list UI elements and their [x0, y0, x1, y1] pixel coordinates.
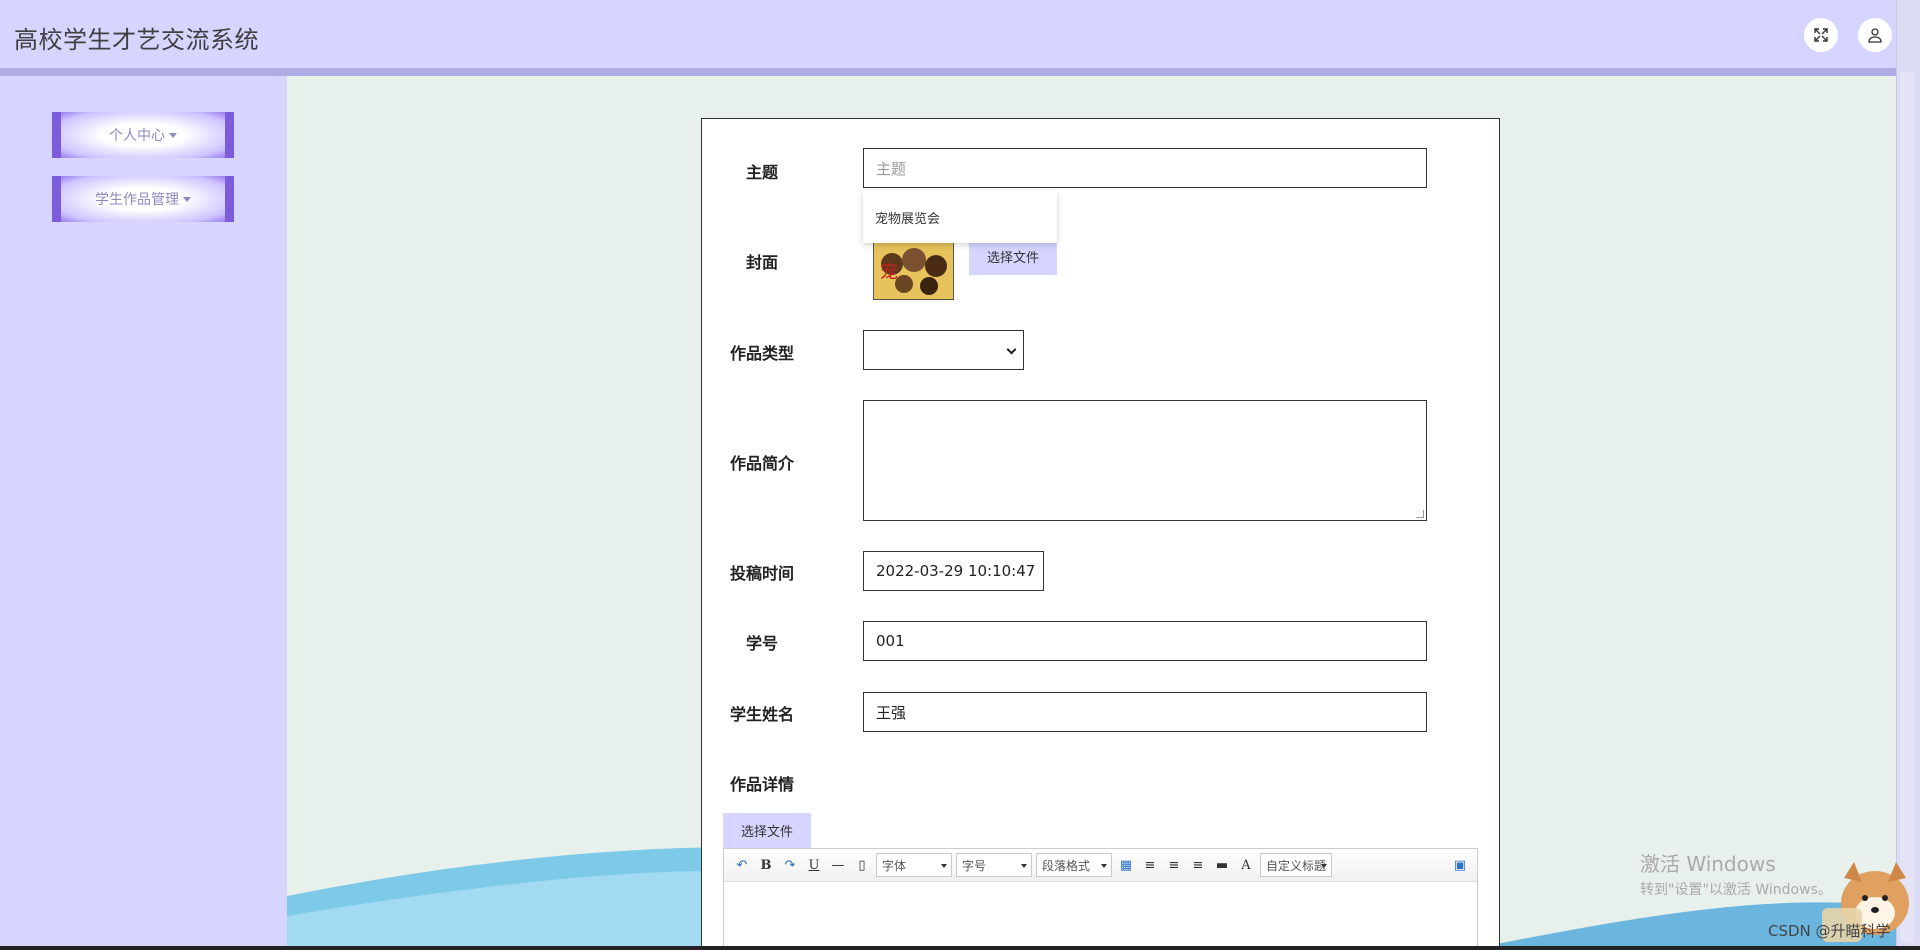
topic-label: 主题: [745, 163, 778, 182]
sidebar-item-personal-center[interactable]: 个人中心: [52, 112, 234, 158]
caret-down-icon: [183, 196, 191, 202]
intro-textarea[interactable]: [863, 400, 1427, 521]
resize-handle-icon[interactable]: [1416, 510, 1424, 518]
align-left-icon[interactable]: ≡: [1141, 856, 1159, 874]
bold-icon[interactable]: B: [757, 856, 775, 874]
redo-icon[interactable]: ↷: [781, 856, 799, 874]
submit-time-label: 投稿时间: [729, 564, 794, 583]
font-size-select[interactable]: 字号: [956, 853, 1032, 877]
header-divider: [0, 68, 1896, 76]
user-menu-button[interactable]: [1858, 18, 1892, 52]
intro-label: 作品简介: [729, 454, 794, 473]
caret-down-icon: [169, 132, 177, 138]
top-header: 高校学生才艺交流系统: [0, 0, 1896, 68]
watermark-line1: 激活 Windows: [1640, 852, 1776, 876]
align-center-icon[interactable]: ≡: [1189, 856, 1207, 874]
detail-label: 作品详情: [729, 775, 794, 794]
font-family-select[interactable]: 字体: [876, 853, 952, 877]
sidebar-item-label: 个人中心: [109, 128, 165, 144]
chevron-down-icon: [1006, 344, 1017, 355]
student-no-input[interactable]: 001: [863, 621, 1427, 661]
font-color-icon[interactable]: A: [1237, 856, 1255, 874]
sidebar-item-label: 学生作品管理: [95, 192, 179, 208]
type-select[interactable]: [863, 330, 1024, 370]
custom-title-select[interactable]: 自定义标题: [1260, 853, 1332, 877]
user-icon: [1868, 28, 1882, 43]
suggestion-text: 宠物展览会: [875, 212, 941, 227]
page-icon[interactable]: ▯: [853, 856, 871, 874]
scrollbar-thumb[interactable]: [1900, 72, 1914, 942]
autocomplete-suggestion[interactable]: 宠物展览会: [863, 191, 1057, 243]
preview-icon[interactable]: ▣: [1451, 856, 1469, 874]
topic-input[interactable]: 主题: [863, 148, 1427, 188]
windows-activation-watermark: 激活 Windows 转到"设置"以激活 Windows。: [1640, 848, 1832, 899]
detail-choose-file-button[interactable]: 选择文件: [723, 813, 811, 848]
underline-icon[interactable]: U: [805, 856, 823, 874]
student-name-input[interactable]: 王强: [863, 692, 1427, 732]
expand-icon: [1814, 28, 1828, 42]
rich-text-editor[interactable]: ↶ B ↷ U — ▯ 字体 字号 段落格式 ▦ ≡ ≡ ≡ ▬ A 自定义标题…: [723, 848, 1478, 950]
table-icon[interactable]: ▦: [1117, 856, 1135, 874]
student-name-label: 学生姓名: [729, 705, 794, 724]
cover-label: 封面: [745, 253, 778, 272]
sidebar-item-works-management[interactable]: 学生作品管理: [52, 176, 234, 222]
align-justify-icon[interactable]: ▬: [1213, 856, 1231, 874]
csdn-watermark: CSDN @升瞄科学: [1768, 922, 1891, 940]
bottom-edge: [0, 946, 1920, 950]
editor-toolbar: ↶ B ↷ U — ▯ 字体 字号 段落格式 ▦ ≡ ≡ ≡ ▬ A 自定义标题…: [724, 849, 1477, 882]
cover-choose-file-button[interactable]: 选择文件: [969, 238, 1057, 275]
svg-text:宠: 宠: [880, 262, 898, 283]
type-label: 作品类型: [729, 344, 794, 363]
paragraph-format-select[interactable]: 段落格式: [1036, 853, 1112, 877]
edit-form-panel: 主题 主题 宠物展览会 封面 宠 选择文件 作品类型 作品简介 投稿时间 202…: [701, 118, 1500, 950]
sidebar: 个人中心 学生作品管理: [0, 76, 287, 946]
student-no-label: 学号: [745, 634, 778, 653]
horizontal-rule-icon[interactable]: —: [829, 856, 847, 874]
align-right-icon[interactable]: ≡: [1165, 856, 1183, 874]
watermark-line2: 转到"设置"以激活 Windows。: [1640, 882, 1832, 898]
undo-icon[interactable]: ↶: [733, 856, 751, 874]
cover-thumbnail: 宠: [873, 235, 954, 300]
submit-time-input[interactable]: 2022-03-29 10:10:47: [863, 551, 1044, 591]
app-title: 高校学生才艺交流系统: [14, 26, 259, 54]
fullscreen-button[interactable]: [1804, 18, 1838, 52]
